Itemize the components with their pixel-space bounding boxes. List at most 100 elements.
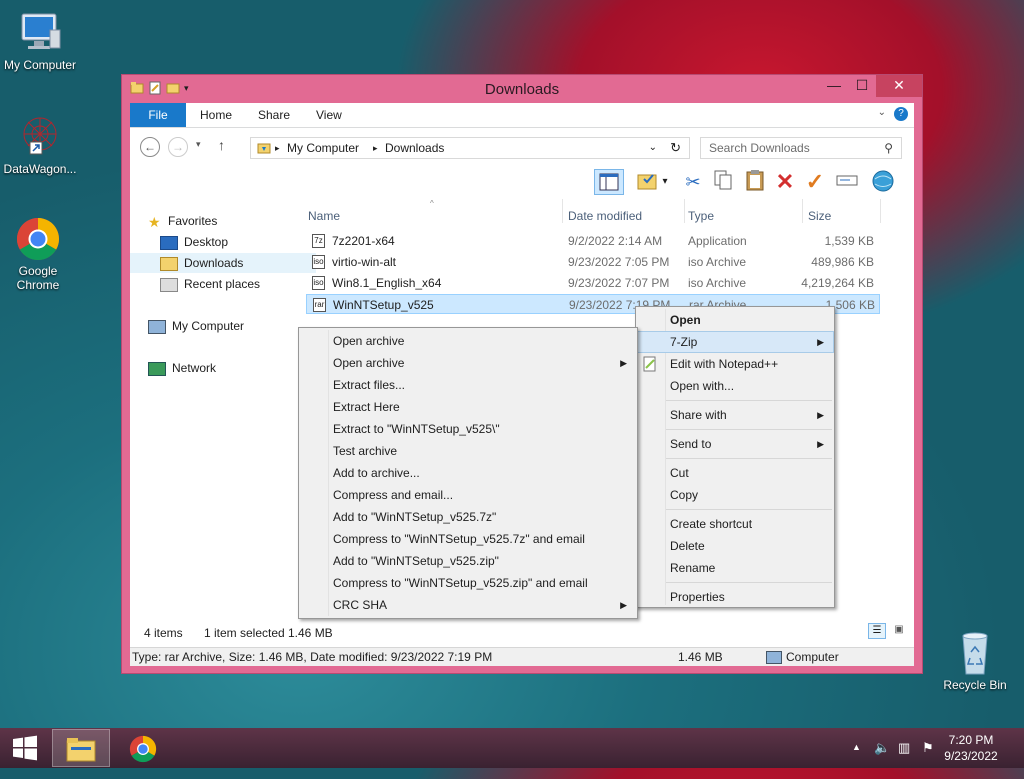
folder-options-button[interactable] bbox=[634, 169, 660, 195]
submenu-arrow-icon: ▶ bbox=[817, 439, 824, 449]
item-count: 4 items bbox=[144, 626, 183, 640]
desktop-icon-label: Google Chrome bbox=[16, 264, 60, 292]
breadcrumb-downloads[interactable]: Downloads bbox=[385, 138, 444, 158]
zip-compress-7z-email[interactable]: Compress to "WinNTSetup_v525.7z" and ema… bbox=[299, 528, 637, 550]
menu-item-rename[interactable]: Rename bbox=[636, 557, 834, 579]
breadcrumb-my-computer[interactable]: My Computer bbox=[287, 138, 359, 158]
taskbar-google-chrome[interactable] bbox=[114, 729, 172, 767]
tab-view[interactable]: View bbox=[316, 103, 342, 127]
column-header-type[interactable]: Type bbox=[688, 207, 714, 225]
zip-test-archive[interactable]: Test archive bbox=[299, 440, 637, 462]
refresh-icon[interactable]: ↻ bbox=[670, 138, 681, 158]
volume-muted-icon[interactable]: 🔈 bbox=[874, 740, 890, 756]
7zip-submenu: Open archive Open archive ▶ Extract files… bbox=[298, 327, 638, 619]
back-button[interactable]: ← bbox=[140, 137, 160, 157]
title-bar[interactable]: ▾ Downloads — ☐ ✕ bbox=[122, 75, 922, 103]
menu-item-send-to[interactable]: Send to ▶ bbox=[636, 433, 834, 455]
file-row[interactable]: iso Win8.1_English_x64 9/23/2022 7:07 PM… bbox=[306, 273, 880, 293]
preview-pane-button[interactable] bbox=[594, 169, 624, 195]
menu-item-share-with[interactable]: Share with ▶ bbox=[636, 404, 834, 426]
tab-home[interactable]: Home bbox=[200, 103, 232, 127]
desktop-icon-recycle-bin[interactable]: Recycle Bin bbox=[935, 630, 1015, 692]
file-row[interactable]: 7z 7z2201-x64 9/2/2022 2:14 AM Applicati… bbox=[306, 231, 880, 251]
address-dropdown-icon[interactable]: ⌄ bbox=[649, 138, 657, 158]
nav-my-computer[interactable]: My Computer bbox=[148, 316, 244, 336]
iso-file-icon: iso bbox=[312, 255, 325, 269]
nav-desktop[interactable]: Desktop bbox=[160, 232, 228, 252]
selected-count: 1 item selected bbox=[204, 626, 285, 640]
breadcrumb-separator-icon: ▸ bbox=[275, 143, 280, 153]
show-hidden-icons[interactable]: ▲ bbox=[852, 742, 861, 752]
maximize-button[interactable]: ☐ bbox=[848, 75, 876, 97]
zip-extract-to-folder[interactable]: Extract to "WinNTSetup_v525\" bbox=[299, 418, 637, 440]
desktop-icon-my-computer[interactable]: My Computer bbox=[0, 10, 80, 72]
checkmark-icon[interactable]: ✓ bbox=[802, 169, 828, 195]
nav-favorites[interactable]: ★ Favorites bbox=[148, 211, 217, 231]
menu-item-create-shortcut[interactable]: Create shortcut bbox=[636, 513, 834, 535]
menu-item-edit-notepadpp[interactable]: Edit with Notepad++ bbox=[636, 353, 834, 375]
zip-extract-here[interactable]: Extract Here bbox=[299, 396, 637, 418]
zip-extract-files[interactable]: Extract files... bbox=[299, 374, 637, 396]
column-header-size[interactable]: Size bbox=[808, 207, 831, 225]
zip-add-to-zip[interactable]: Add to "WinNTSetup_v525.zip" bbox=[299, 550, 637, 572]
zip-open-archive[interactable]: Open archive bbox=[299, 330, 637, 352]
zip-compress-zip-email[interactable]: Compress to "WinNTSetup_v525.zip" and em… bbox=[299, 572, 637, 594]
details-text: Type: rar Archive, Size: 1.46 MB, Date m… bbox=[132, 650, 493, 664]
paste-icon[interactable] bbox=[742, 169, 768, 195]
help-icon[interactable]: ? bbox=[894, 107, 908, 121]
search-icon: ⚲ bbox=[884, 141, 893, 155]
cut-icon[interactable]: ✂ bbox=[680, 169, 706, 195]
address-bar[interactable]: ▸ My Computer ▸ Downloads ⌄ ↻ bbox=[250, 137, 690, 159]
start-button[interactable] bbox=[0, 729, 50, 767]
column-header-name[interactable]: Name bbox=[308, 207, 340, 225]
system-clock[interactable]: 7:20 PM 9/23/2022 bbox=[936, 732, 1006, 764]
expand-ribbon-icon[interactable]: ⌄ bbox=[878, 107, 886, 118]
menu-item-open[interactable]: Open bbox=[636, 309, 834, 331]
tab-file[interactable]: File bbox=[130, 103, 186, 127]
breadcrumb-separator-icon: ▸ bbox=[373, 143, 378, 153]
taskbar-file-explorer[interactable] bbox=[52, 729, 110, 767]
delete-icon[interactable]: ✕ bbox=[772, 169, 798, 195]
sort-ascending-icon: ^ bbox=[430, 199, 434, 208]
copy-icon[interactable] bbox=[710, 169, 736, 195]
action-center-icon[interactable]: ⚑ bbox=[922, 740, 934, 756]
menu-item-7zip[interactable]: 7-Zip ▶ bbox=[636, 331, 834, 353]
zip-add-to-7z[interactable]: Add to "WinNTSetup_v525.7z" bbox=[299, 506, 637, 528]
menu-item-open-with[interactable]: Open with... bbox=[636, 375, 834, 397]
details-view-icon[interactable]: ☰ bbox=[868, 623, 886, 639]
zip-open-archive-submenu[interactable]: Open archive ▶ bbox=[299, 352, 637, 374]
details-location: Computer bbox=[786, 650, 839, 664]
file-row[interactable]: iso virtio-win-alt 9/23/2022 7:05 PM iso… bbox=[306, 252, 880, 272]
submenu-arrow-icon: ▶ bbox=[620, 600, 627, 610]
close-button[interactable]: ✕ bbox=[876, 75, 922, 97]
minimize-button[interactable]: — bbox=[820, 75, 848, 97]
globe-icon[interactable] bbox=[870, 169, 896, 195]
rename-icon[interactable] bbox=[834, 169, 860, 195]
menu-item-delete[interactable]: Delete bbox=[636, 535, 834, 557]
large-icons-view-icon[interactable]: ▣ bbox=[890, 623, 908, 639]
downloads-folder-icon bbox=[160, 256, 178, 271]
menu-item-properties[interactable]: Properties bbox=[636, 586, 834, 608]
nav-recent-places[interactable]: Recent places bbox=[160, 274, 260, 294]
desktop-icon-datawagon[interactable]: DataWagon... bbox=[0, 114, 80, 176]
up-button[interactable]: ↑ bbox=[218, 137, 225, 153]
zip-crc-sha[interactable]: CRC SHA ▶ bbox=[299, 594, 637, 616]
menu-item-copy[interactable]: Copy bbox=[636, 484, 834, 506]
nav-downloads[interactable]: Downloads bbox=[130, 253, 316, 273]
menu-item-cut[interactable]: Cut bbox=[636, 462, 834, 484]
details-size: 1.46 MB bbox=[678, 650, 723, 664]
column-header-date[interactable]: Date modified bbox=[568, 207, 642, 225]
chevron-down-icon[interactable]: ▾ bbox=[658, 169, 672, 195]
search-input[interactable]: Search Downloads ⚲ bbox=[700, 137, 902, 159]
zip-add-to-archive[interactable]: Add to archive... bbox=[299, 462, 637, 484]
network-icon[interactable]: ▥ bbox=[898, 740, 910, 756]
recent-places-icon bbox=[160, 277, 178, 292]
forward-button[interactable]: → bbox=[168, 137, 188, 157]
zip-compress-and-email[interactable]: Compress and email... bbox=[299, 484, 637, 506]
nav-network[interactable]: Network bbox=[148, 358, 216, 378]
recent-locations-icon[interactable]: ▾ bbox=[196, 139, 201, 150]
tab-share[interactable]: Share bbox=[258, 103, 290, 127]
network-graph-icon bbox=[16, 114, 64, 160]
desktop-icon-google-chrome[interactable]: Google Chrome bbox=[0, 216, 78, 292]
monitor-icon bbox=[16, 10, 64, 56]
